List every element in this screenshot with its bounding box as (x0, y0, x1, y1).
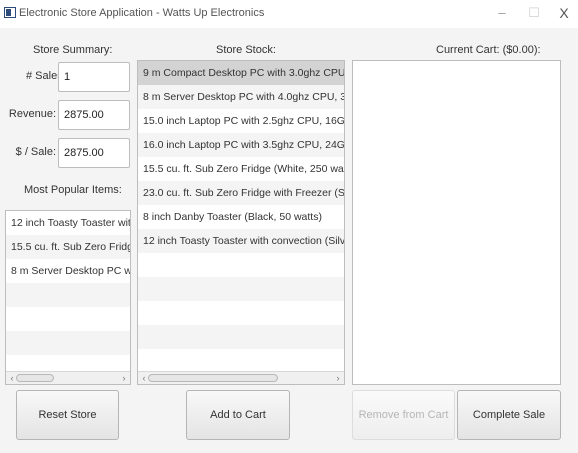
revenue-field[interactable]: 2875.00 (58, 100, 130, 130)
empty-list-row (138, 325, 344, 349)
empty-list-row (138, 349, 344, 373)
maximize-icon[interactable]: ☐ (524, 4, 544, 22)
list-item[interactable]: 9 m Compact Desktop PC with 3.0ghz CPU, … (138, 61, 344, 85)
app-window-icon (4, 7, 16, 18)
list-item[interactable]: 8 inch Danby Toaster (Black, 50 watts) (138, 205, 344, 229)
store-stock-list[interactable]: 9 m Compact Desktop PC with 3.0ghz CPU, … (137, 60, 345, 385)
store-stock-rows: 9 m Compact Desktop PC with 3.0ghz CPU, … (138, 61, 344, 373)
list-item[interactable]: 15.5 cu. ft. Sub Zero Fridge (White, 250… (6, 235, 130, 259)
empty-list-row (138, 253, 344, 277)
scroll-right-icon[interactable]: › (333, 372, 343, 384)
most-popular-header: Most Popular Items: (24, 184, 122, 196)
title-bar: Electronic Store Application - Watts Up … (0, 0, 578, 28)
list-item[interactable]: 8 m Server Desktop PC with 4.0ghz CPU, 3… (6, 259, 130, 283)
popular-items-rows: 12 inch Toasty Toaster with convection (… (6, 211, 130, 379)
popular-items-list[interactable]: 12 inch Toasty Toaster with convection (… (5, 210, 131, 385)
reset-store-button[interactable]: Reset Store (16, 390, 119, 440)
list-item[interactable]: 15.0 inch Laptop PC with 2.5ghz CPU, 16G… (138, 109, 344, 133)
per-sale-field[interactable]: 2875.00 (58, 138, 130, 168)
scrollbar-thumb[interactable] (16, 374, 54, 382)
popular-list-scrollbar[interactable]: ‹ › (6, 371, 130, 384)
store-summary-header: Store Summary: (33, 44, 113, 56)
scrollbar-thumb[interactable] (148, 374, 278, 382)
empty-list-row (6, 307, 130, 331)
list-item[interactable]: 12 inch Toasty Toaster with convection (… (138, 229, 344, 253)
current-cart-list[interactable] (352, 60, 561, 385)
current-cart-header: Current Cart: ($0.00): (436, 44, 541, 56)
scroll-right-icon[interactable]: › (119, 372, 129, 384)
close-icon[interactable]: X (554, 4, 574, 22)
sales-field[interactable]: 1 (58, 62, 130, 92)
complete-sale-button[interactable]: Complete Sale (457, 390, 561, 440)
sales-label: # Sales: (26, 70, 66, 82)
empty-list-row (6, 331, 130, 355)
empty-list-row (6, 283, 130, 307)
stock-list-scrollbar[interactable]: ‹ › (138, 371, 344, 384)
list-item[interactable]: 15.5 cu. ft. Sub Zero Fridge (White, 250… (138, 157, 344, 181)
list-item[interactable]: 8 m Server Desktop PC with 4.0ghz CPU, 3… (138, 85, 344, 109)
remove-from-cart-button[interactable]: Remove from Cart (352, 390, 455, 440)
per-sale-label: $ / Sale: (15, 146, 56, 158)
list-item[interactable]: 16.0 inch Laptop PC with 3.5ghz CPU, 24G… (138, 133, 344, 157)
empty-list-row (138, 301, 344, 325)
empty-list-row (138, 277, 344, 301)
window-title: Electronic Store Application - Watts Up … (19, 7, 265, 19)
list-item[interactable]: 23.0 cu. ft. Sub Zero Fridge with Freeze… (138, 181, 344, 205)
add-to-cart-button[interactable]: Add to Cart (186, 390, 290, 440)
revenue-label: Revenue: (8, 108, 56, 120)
minimize-icon[interactable]: – (492, 4, 512, 22)
list-item[interactable]: 12 inch Toasty Toaster with convection (… (6, 211, 130, 235)
store-stock-header: Store Stock: (216, 44, 276, 56)
